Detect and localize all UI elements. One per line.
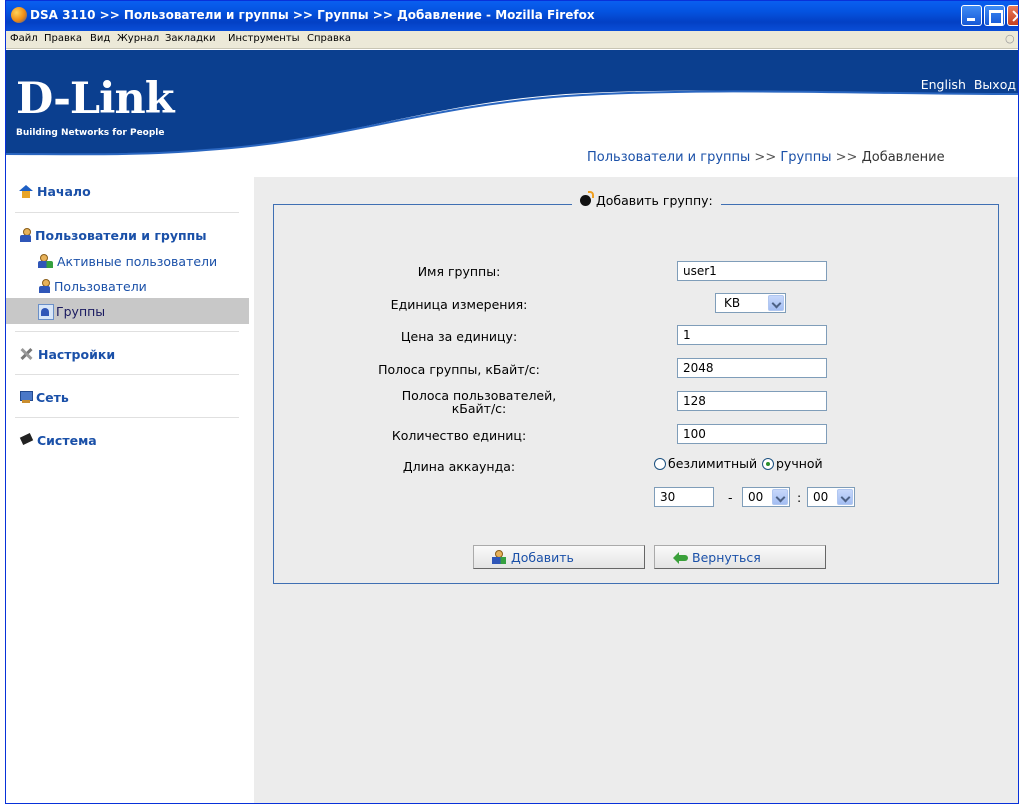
bomb-icon	[580, 191, 594, 206]
add-group-form: Добавить группу: Имя группы: Единица изм…	[273, 191, 999, 584]
sidebar-item-label: Группы	[56, 304, 106, 319]
minutes-select[interactable]: 00	[807, 487, 855, 507]
sidebar-divider	[15, 417, 239, 418]
sidebar-divider	[15, 331, 239, 332]
unit-select[interactable]: KB	[715, 293, 786, 313]
menu-view[interactable]: Вид	[90, 33, 110, 44]
unit-count-label: Количество единиц:	[391, 428, 527, 443]
sidebar-item-label: Настройки	[38, 347, 116, 362]
breadcrumb-groups[interactable]: Группы	[780, 150, 831, 165]
group-name-input[interactable]	[677, 261, 827, 281]
menu-history[interactable]: Журнал	[117, 33, 159, 44]
dlink-tagline: Building Networks for People	[16, 128, 165, 138]
time-separator: :	[797, 490, 802, 505]
sidebar: Начало Пользователи и группы Активные по…	[6, 175, 249, 803]
sidebar-item-users[interactable]: Пользователи	[38, 279, 147, 294]
home-icon	[19, 185, 34, 198]
sidebar-item-label: Сеть	[36, 390, 69, 405]
logout-link[interactable]: Выход	[974, 77, 1016, 92]
group-bandwidth-input[interactable]	[677, 358, 827, 378]
sidebar-item-active-users[interactable]: Активные пользователи	[38, 254, 217, 269]
sidebar-item-label: Система	[37, 433, 97, 448]
maximize-button[interactable]	[984, 5, 1005, 26]
page: D-Link Building Networks for People Engl…	[6, 50, 1018, 803]
form-legend: Добавить группу:	[572, 191, 721, 208]
sidebar-item-label: Активные пользователи	[57, 254, 218, 269]
manual-radio[interactable]	[762, 458, 774, 470]
window-title: DSA 3110 >> Пользователи и группы >> Гру…	[30, 8, 595, 22]
sidebar-item-groups[interactable]: Группы	[38, 304, 106, 320]
days-input[interactable]	[654, 487, 714, 507]
menu-bar: Файл Правка Вид Журнал Закладки Инструме…	[6, 31, 1018, 49]
add-button[interactable]: Добавить	[473, 545, 645, 569]
user-bandwidth-input[interactable]	[677, 391, 827, 411]
header: D-Link Building Networks for People Engl…	[6, 50, 1018, 170]
active-users-icon	[38, 254, 54, 268]
breadcrumb-separator: >>	[754, 150, 777, 165]
breadcrumb: Пользователи и группы >> Группы >> Добав…	[587, 150, 945, 165]
user-icon	[19, 228, 32, 242]
sidebar-item-label: Начало	[37, 184, 91, 199]
breadcrumb-current: Добавление	[861, 150, 945, 165]
days-separator: -	[728, 490, 733, 505]
unit-label: Единица измерения:	[390, 297, 528, 312]
title-bar: DSA 3110 >> Пользователи и группы >> Гру…	[6, 1, 1018, 31]
unit-count-input[interactable]	[677, 424, 827, 444]
account-length-label: Длина аккаунда:	[402, 459, 516, 474]
breadcrumb-separator: >>	[835, 150, 858, 165]
browser-window: DSA 3110 >> Пользователи и группы >> Гру…	[5, 0, 1019, 804]
top-links: English Выход	[917, 77, 1016, 92]
group-bandwidth-label: Полоса группы, кБайт/с:	[378, 362, 540, 377]
group-name-label: Имя группы:	[417, 264, 501, 279]
sidebar-item-home[interactable]: Начало	[19, 184, 91, 199]
chevron-down-icon	[837, 489, 853, 505]
minutes-select-value: 00	[813, 490, 829, 504]
minimize-button[interactable]	[961, 5, 982, 26]
unlimited-radio[interactable]	[654, 458, 666, 470]
hours-select[interactable]: 00	[742, 487, 790, 507]
add-button-label: Добавить	[511, 550, 574, 565]
english-link[interactable]: English	[921, 77, 966, 92]
unit-price-label: Цена за единицу:	[400, 329, 518, 344]
sidebar-item-system[interactable]: Система	[19, 433, 97, 448]
throbber-icon	[1004, 31, 1018, 49]
group-icon	[38, 304, 54, 320]
system-icon	[19, 433, 34, 447]
sidebar-item-label: Пользователи	[54, 279, 147, 294]
user-icon	[38, 279, 51, 293]
menu-edit[interactable]: Правка	[44, 33, 82, 44]
manual-radio-label: ручной	[776, 456, 823, 471]
back-button-label: Вернуться	[692, 550, 761, 565]
sidebar-item-network[interactable]: Сеть	[19, 390, 69, 405]
sidebar-divider	[15, 374, 239, 375]
form-title: Добавить группу:	[596, 193, 713, 208]
dlink-logo: D-Link	[16, 74, 175, 124]
close-button[interactable]	[1007, 5, 1018, 26]
sidebar-item-users-groups[interactable]: Пользователи и группы	[19, 228, 207, 243]
add-user-icon	[492, 550, 507, 564]
back-arrow-icon	[673, 552, 688, 564]
menu-file[interactable]: Файл	[10, 33, 38, 44]
unit-price-input[interactable]	[677, 325, 827, 345]
menu-bookmarks[interactable]: Закладки	[165, 33, 216, 44]
chevron-down-icon	[772, 489, 788, 505]
unlimited-radio-label: безлимитный	[668, 456, 758, 471]
chevron-down-icon	[768, 295, 784, 311]
main-content: Добавить группу: Имя группы: Единица изм…	[254, 177, 1018, 803]
user-bandwidth-label: Полоса пользователей, кБайт/с:	[401, 388, 557, 416]
firefox-icon	[11, 7, 27, 23]
network-icon	[19, 390, 33, 404]
unit-select-value: KB	[724, 296, 741, 310]
menu-help[interactable]: Справка	[307, 33, 351, 44]
tools-icon	[19, 347, 35, 361]
menu-tools[interactable]: Инструменты	[228, 33, 300, 44]
hours-select-value: 00	[748, 490, 764, 504]
sidebar-divider	[15, 212, 239, 213]
back-button[interactable]: Вернуться	[654, 545, 826, 569]
sidebar-item-settings[interactable]: Настройки	[19, 347, 115, 362]
sidebar-item-label: Пользователи и группы	[35, 228, 207, 243]
breadcrumb-users-groups[interactable]: Пользователи и группы	[587, 150, 750, 165]
